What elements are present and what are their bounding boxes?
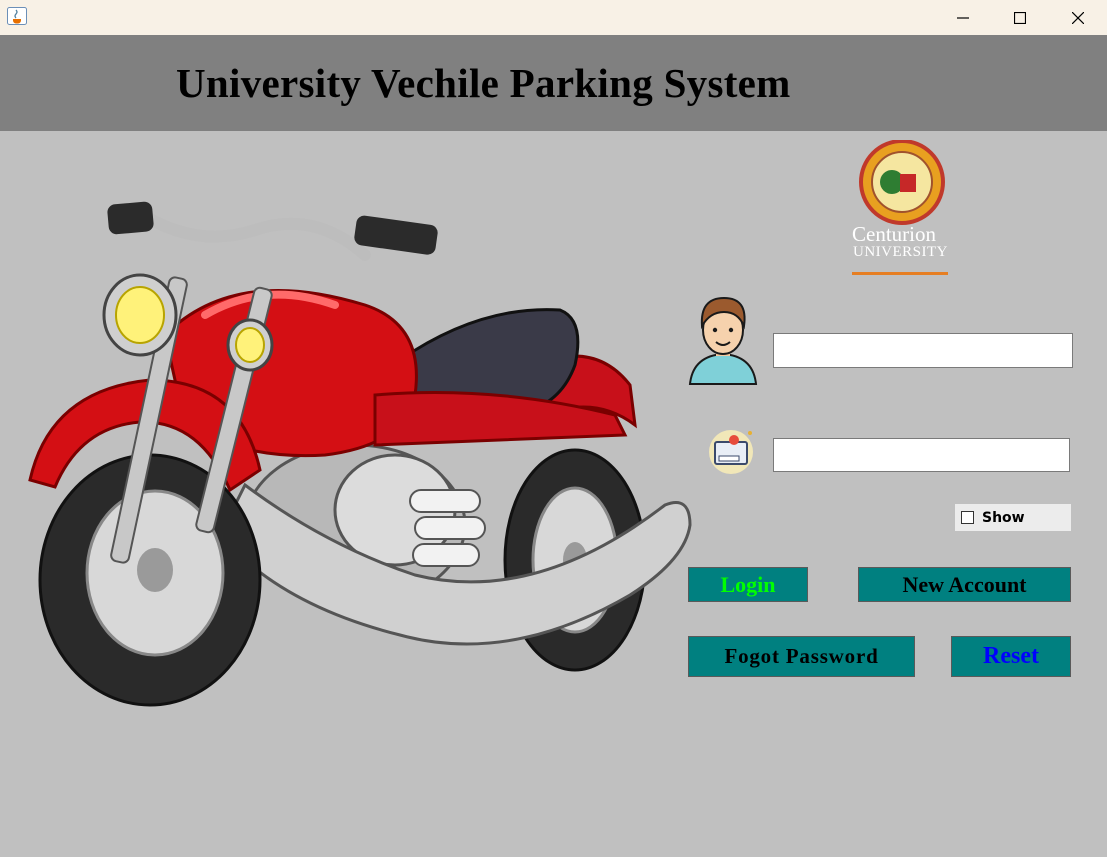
maximize-button[interactable]: [991, 0, 1049, 35]
java-icon: [7, 7, 27, 25]
minimize-icon: [957, 16, 969, 19]
user-avatar-icon: [688, 296, 758, 385]
show-password-label: Show: [982, 509, 1025, 526]
forgot-password-button[interactable]: Fogot Password: [688, 636, 915, 677]
reset-button[interactable]: Reset: [951, 636, 1071, 677]
show-password-toggle[interactable]: Show: [955, 504, 1071, 531]
window-titlebar: [0, 0, 1107, 35]
motorcycle-image: [28, 201, 692, 707]
close-button[interactable]: [1049, 0, 1107, 35]
show-password-checkbox[interactable]: [961, 511, 974, 524]
password-input[interactable]: [773, 438, 1070, 472]
maximize-icon: [1014, 11, 1026, 24]
close-icon: [1072, 11, 1084, 24]
header-banner: University Vechile Parking System: [0, 35, 1107, 131]
login-button[interactable]: Login: [688, 567, 808, 602]
logo-line-2: UNIVERSITY: [853, 244, 948, 260]
password-lock-icon: [709, 430, 753, 474]
minimize-button[interactable]: [934, 0, 992, 35]
page-title: University Vechile Parking System: [176, 60, 791, 106]
username-input[interactable]: [773, 333, 1073, 368]
new-account-button[interactable]: New Account: [858, 567, 1071, 602]
